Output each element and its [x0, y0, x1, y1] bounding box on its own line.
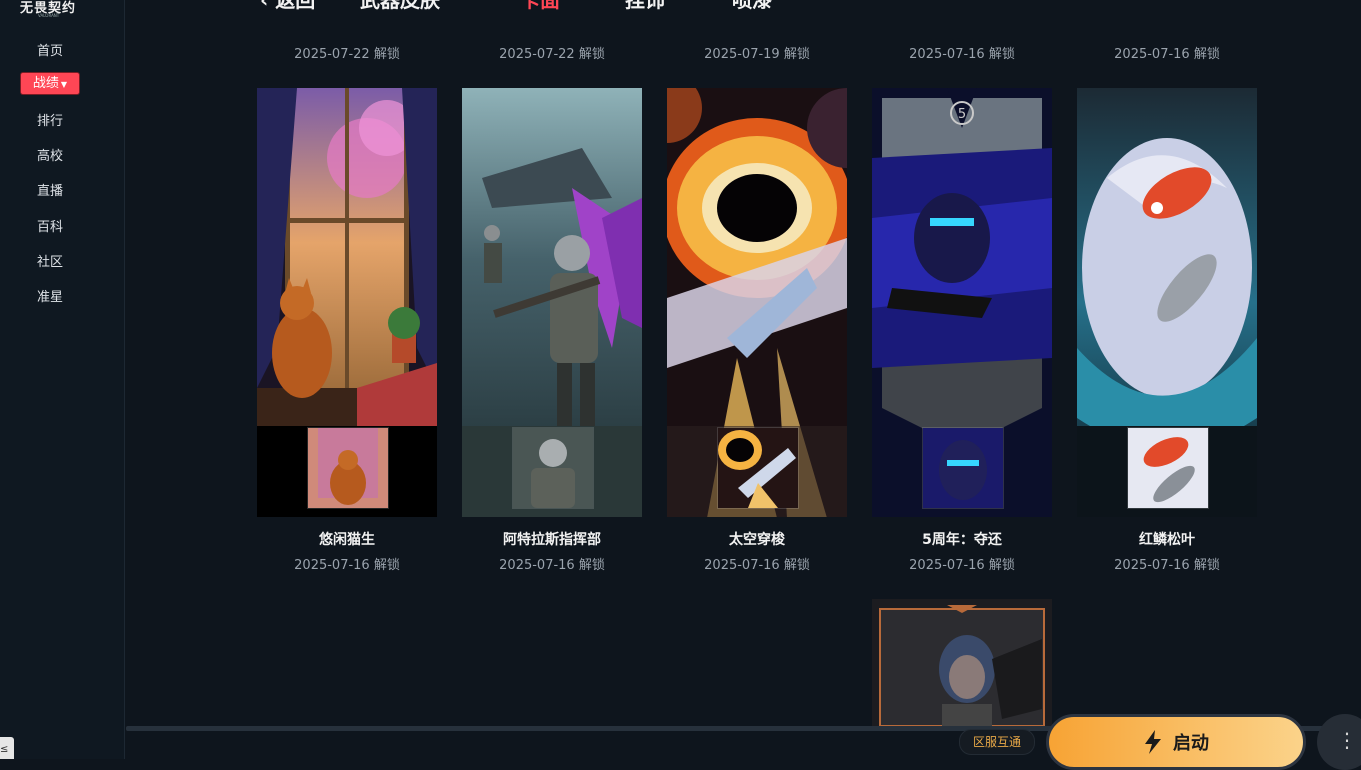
card-date: 2025-07-16 解锁	[909, 47, 1015, 62]
more-icon: ⋮	[1337, 728, 1357, 752]
player-card-image[interactable]	[872, 599, 1052, 726]
more-options-button[interactable]: ⋮	[1317, 714, 1361, 770]
tab-sprays[interactable]: 喷漆	[732, 0, 772, 13]
side-panel-toggle[interactable]: ≤	[0, 737, 14, 759]
back-link[interactable]: ‹ 返回	[260, 0, 315, 13]
card-date: 2025-07-16 解锁	[704, 558, 810, 573]
player-card-image[interactable]	[1077, 88, 1257, 517]
corner-icon: ≤	[0, 744, 9, 755]
card-date: 2025-07-16 解锁	[1114, 47, 1220, 62]
card-thumbnail	[1127, 427, 1209, 509]
player-card-image[interactable]	[257, 88, 437, 517]
card-name: 红鳞松叶	[1139, 532, 1195, 548]
sidebar-item-crosshair[interactable]: 准星	[0, 286, 100, 305]
card-date: 2025-07-16 解锁	[909, 558, 1015, 573]
card-date: 2025-07-16 解锁	[1114, 558, 1220, 573]
player-card-image[interactable]: 5	[872, 88, 1052, 517]
tab-weapon-skins[interactable]: 武器皮肤	[360, 0, 440, 13]
sidebar-item-record-label: 战绩	[32, 76, 59, 91]
card-name: 悠闲猫生	[319, 532, 375, 548]
card-thumbnail	[922, 427, 1004, 509]
sidebar: 无畏契约 VALORANT 首页 战绩 ▼ 排行 高校 直播 百科 社区 准星	[0, 0, 125, 759]
sidebar-item-wiki[interactable]: 百科	[0, 216, 100, 235]
card-date: 2025-07-22 解锁	[499, 47, 605, 62]
lightning-icon	[1145, 730, 1161, 754]
card-name: 阿特拉斯指挥部	[503, 532, 601, 548]
tab-charms[interactable]: 挂饰	[625, 0, 665, 13]
sidebar-item-college[interactable]: 高校	[0, 145, 100, 164]
card-thumbnail	[307, 427, 389, 509]
agent-portrait-artwork	[872, 599, 1052, 726]
region-badge[interactable]: 区服互通	[959, 729, 1035, 755]
sidebar-item-ranking[interactable]: 排行	[0, 110, 100, 129]
card-name: 5周年：夺还	[922, 532, 1002, 548]
sidebar-item-record[interactable]: 战绩 ▼	[21, 73, 79, 94]
sidebar-item-home[interactable]: 首页	[0, 40, 100, 59]
caret-down-icon: ▼	[60, 80, 68, 89]
player-card-image[interactable]	[667, 88, 847, 517]
sidebar-item-community[interactable]: 社区	[0, 251, 100, 270]
svg-text:5: 5	[958, 107, 966, 122]
back-label: 返回	[275, 0, 316, 12]
tab-cards[interactable]: 卡面	[520, 0, 560, 13]
card-date: 2025-07-16 解锁	[294, 558, 400, 573]
sidebar-item-live[interactable]: 直播	[0, 180, 100, 199]
card-thumbnail	[512, 427, 594, 509]
launch-label: 启动	[1173, 733, 1209, 754]
card-date: 2025-07-22 解锁	[294, 47, 400, 62]
card-date: 2025-07-19 解锁	[704, 47, 810, 62]
card-name: 太空穿梭	[729, 532, 785, 548]
launch-button[interactable]: 启动	[1046, 714, 1306, 770]
player-card-image[interactable]	[462, 88, 642, 517]
card-thumbnail	[717, 427, 799, 509]
app-logo-subtitle: VALORANT	[38, 13, 60, 18]
card-date: 2025-07-16 解锁	[499, 558, 605, 573]
